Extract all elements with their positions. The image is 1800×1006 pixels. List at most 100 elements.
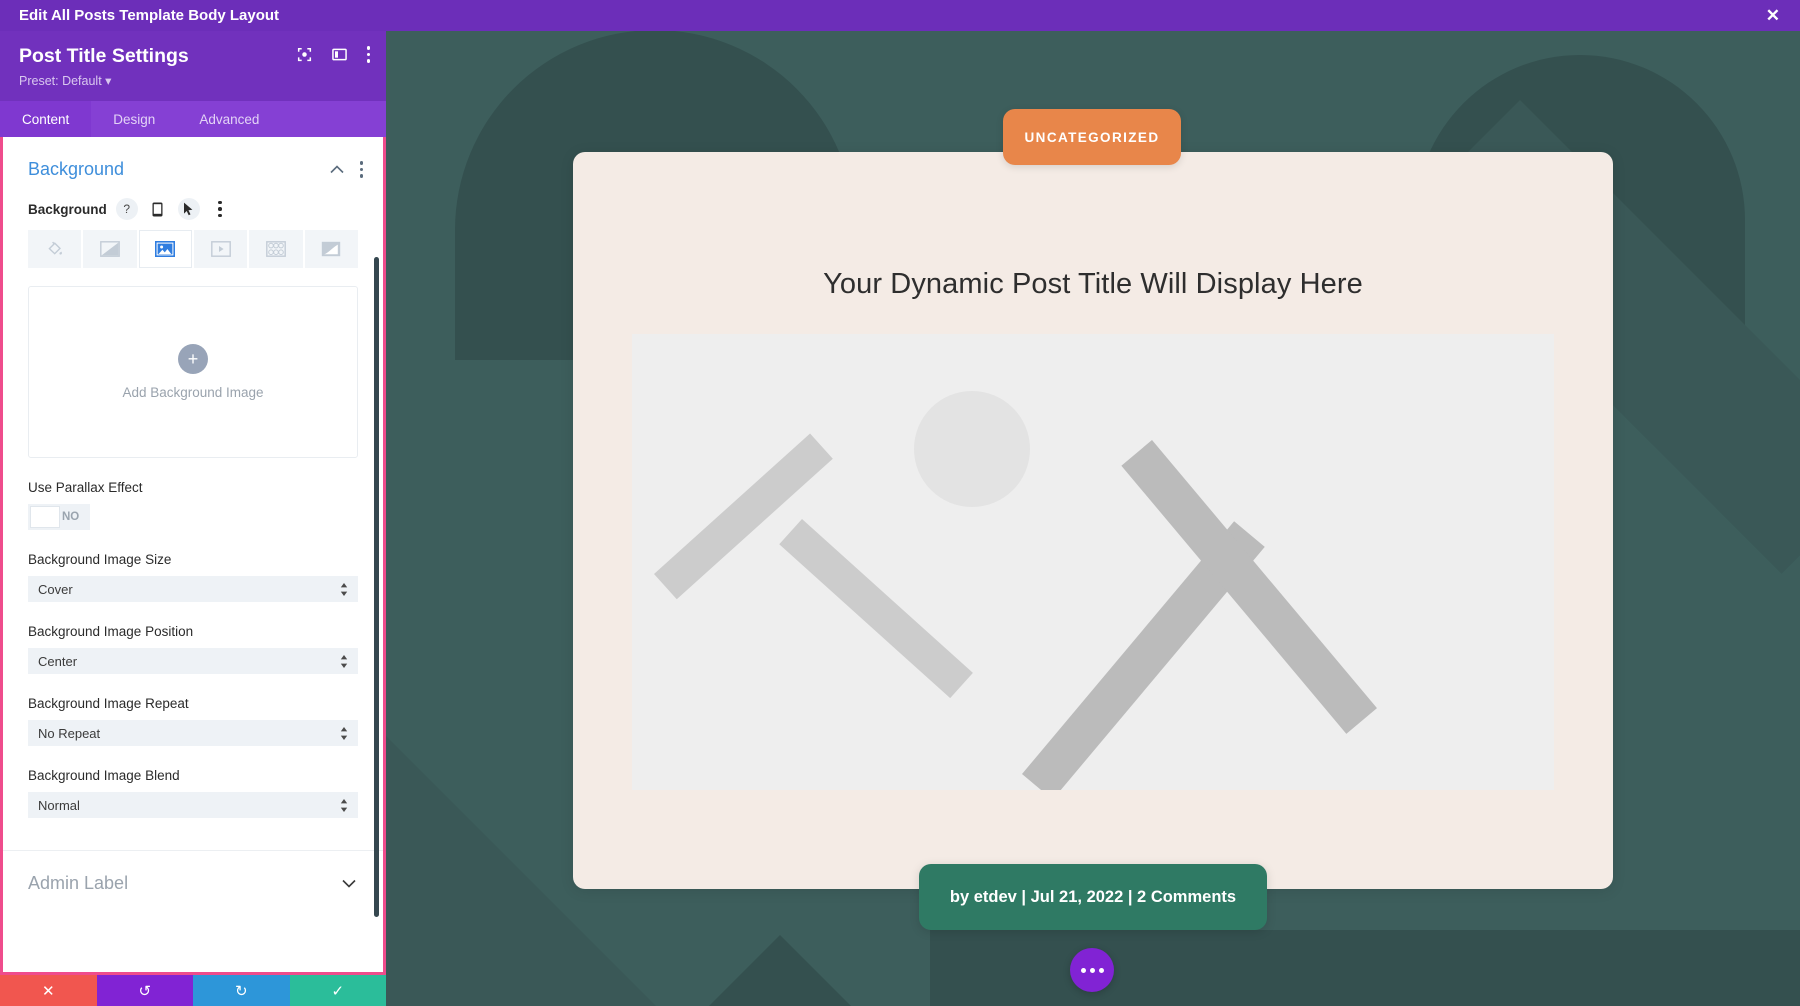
panel-body: Background Background ? + Add Background…	[0, 137, 386, 975]
panel-header-icons	[297, 46, 370, 63]
sec-dot-1	[359, 161, 363, 165]
redo-button[interactable]: ↻	[193, 975, 290, 1006]
kebab-dot-2	[366, 52, 370, 56]
background-type-tabs	[28, 230, 358, 268]
select-value: No Repeat	[38, 725, 101, 741]
placeholder-sun-icon	[914, 391, 1030, 507]
app-root: UNCATEGORIZED Your Dynamic Post Title Wi…	[0, 0, 1800, 1006]
pattern-icon	[266, 241, 286, 257]
section-kebab-icon[interactable]	[359, 161, 363, 178]
select-value: Normal	[38, 797, 80, 813]
panel-scrollbar[interactable]	[374, 257, 379, 917]
featured-image-placeholder[interactable]	[632, 334, 1554, 790]
parallax-toggle-wrap: NO	[28, 504, 358, 530]
panel-action-bar: ✕ ↺ ↻ ✓	[0, 975, 386, 1006]
tab-content[interactable]: Content	[0, 101, 92, 137]
field-label: Use Parallax Effect	[28, 480, 143, 495]
chevron-up-icon[interactable]	[329, 165, 344, 174]
field-background-image-position: Background Image Position Center	[3, 624, 383, 674]
toggle-knob	[30, 506, 60, 528]
tab-design[interactable]: Design	[91, 101, 177, 137]
section-title: Background	[28, 159, 125, 179]
paint-bucket-icon	[48, 241, 62, 255]
settings-panel: Post Title Settings Preset: Default ▾ Co…	[0, 31, 386, 1006]
panel-tabs: Content Design Advanced	[0, 101, 386, 137]
select-value: Center	[38, 653, 78, 669]
close-icon[interactable]: ✕	[1766, 0, 1780, 31]
background-gradient-tab[interactable]	[83, 230, 137, 268]
background-mask-tab[interactable]	[304, 230, 358, 268]
field-label: Background Image Size	[28, 552, 172, 567]
placeholder-mountain-left-a	[654, 433, 833, 600]
plus-icon: +	[178, 344, 208, 374]
select-value: Cover	[38, 581, 73, 597]
field-label: Background Image Blend	[28, 768, 180, 783]
layout-toggle-icon[interactable]	[331, 47, 347, 62]
focus-icon[interactable]	[297, 47, 312, 62]
top-bar-title: Edit All Posts Template Body Layout	[19, 7, 280, 24]
dot-1	[1080, 967, 1086, 973]
bgk-2	[218, 207, 222, 211]
bgk-1	[218, 200, 222, 205]
dot-3	[1098, 967, 1104, 973]
background-video-tab[interactable]	[193, 230, 248, 268]
add-background-image-label: Add Background Image	[122, 385, 264, 400]
video-icon	[210, 241, 231, 257]
chevron-down-icon[interactable]	[342, 879, 356, 888]
panel-scroll-area: Background Background ? + Add Background…	[3, 137, 383, 972]
kebab-dot-1	[366, 46, 370, 50]
toggle-value: NO	[62, 511, 80, 523]
background-image-repeat-select[interactable]: No Repeat	[28, 720, 358, 746]
background-image-position-select[interactable]: Center	[28, 648, 358, 674]
stepper-caret-icon	[340, 798, 348, 812]
placeholder-mountain-left-b	[779, 519, 973, 699]
sec-dot-3	[359, 174, 363, 178]
admin-label-section[interactable]: Admin Label	[3, 851, 383, 916]
more-options-button[interactable]	[1070, 948, 1114, 992]
field-use-parallax-effect: Use Parallax Effect NO	[3, 480, 383, 530]
help-icon[interactable]: ?	[115, 198, 138, 220]
background-image-tab[interactable]	[138, 230, 192, 268]
background-pattern-tab[interactable]	[249, 230, 303, 268]
top-bar: Edit All Posts Template Body Layout ✕	[0, 0, 1800, 31]
stepper-caret-icon	[340, 654, 348, 668]
add-background-image-dropzone[interactable]: + Add Background Image	[28, 286, 358, 458]
field-background-image-repeat: Background Image Repeat No Repeat	[3, 696, 383, 746]
background-image-size-select[interactable]: Cover	[28, 576, 358, 602]
image-icon	[155, 241, 176, 257]
bgk-3	[218, 213, 222, 218]
background-image-blend-select[interactable]: Normal	[28, 792, 358, 818]
mask-icon	[322, 241, 341, 257]
admin-label-title: Admin Label	[28, 873, 129, 893]
background-block-bottom	[930, 930, 1800, 1006]
cancel-button[interactable]: ✕	[0, 975, 97, 1006]
background-color-tab[interactable]	[28, 230, 82, 268]
post-title-text[interactable]: Your Dynamic Post Title Will Display Her…	[573, 268, 1613, 301]
stepper-caret-icon	[340, 582, 348, 596]
sec-dot-2	[359, 167, 363, 172]
save-button[interactable]: ✓	[289, 975, 386, 1006]
dot-2	[1089, 967, 1095, 973]
kebab-menu-icon[interactable]	[366, 46, 370, 63]
background-section-header[interactable]: Background	[3, 137, 383, 192]
panel-header: Post Title Settings Preset: Default ▾	[0, 31, 386, 101]
post-meta-bar[interactable]: by etdev | Jul 21, 2022 | 2 Comments	[919, 864, 1267, 930]
background-control-row: Background ?	[3, 192, 383, 230]
preset-selector[interactable]: Preset: Default ▾	[19, 73, 367, 88]
field-label: Background Image Position	[28, 624, 194, 639]
category-badge[interactable]: UNCATEGORIZED	[1003, 109, 1181, 165]
stepper-caret-icon	[340, 726, 348, 740]
parallax-toggle[interactable]: NO	[28, 504, 90, 530]
background-row-kebab-icon[interactable]	[209, 198, 231, 220]
field-label: Background Image Repeat	[28, 696, 189, 711]
tab-advanced[interactable]: Advanced	[177, 101, 281, 137]
background-field-label: Background	[28, 201, 107, 217]
gradient-icon	[100, 241, 120, 257]
placeholder-mountain-right-b	[1121, 440, 1377, 734]
kebab-dot-3	[366, 59, 370, 63]
undo-button[interactable]: ↺	[96, 975, 193, 1006]
cursor-icon[interactable]	[177, 198, 200, 220]
phone-icon[interactable]	[147, 198, 169, 220]
field-background-image-blend: Background Image Blend Normal	[3, 768, 383, 818]
field-background-image-size: Background Image Size Cover	[3, 552, 383, 602]
